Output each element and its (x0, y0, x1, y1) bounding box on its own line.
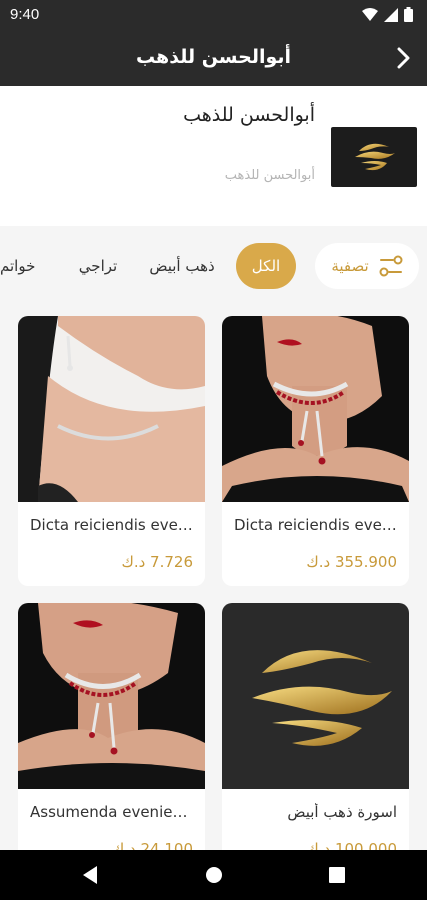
status-bar: 9:40 (0, 0, 427, 30)
filter-label: تصفية (331, 257, 369, 275)
product-title: Dicta reiciendis eveni... (234, 516, 397, 534)
store-info-card: أبوالحسن للذهب أبوالحسن للذهب (0, 86, 427, 226)
status-icons (362, 7, 413, 22)
back-triangle-icon (83, 866, 97, 884)
product-title: Dicta reiciendis eveni... (30, 516, 193, 534)
filter-button[interactable]: تصفية (315, 243, 419, 289)
chip-rings[interactable]: خواتم (0, 243, 48, 289)
nav-recents-button[interactable] (325, 863, 349, 887)
chip-taraji[interactable]: تراجي (70, 243, 126, 289)
product-card[interactable]: Assumenda eveniet a... 24.100 د.ك (18, 603, 205, 873)
chip-white-gold[interactable]: ذهب أبيض (146, 243, 218, 289)
chevron-right-icon (397, 47, 410, 69)
product-price: 7.726 د.ك (121, 553, 193, 571)
product-image (18, 316, 205, 502)
product-image (222, 603, 409, 789)
store-subtitle: أبوالحسن للذهب (224, 168, 315, 183)
page-title: أبوالحسن للذهب (135, 46, 292, 68)
back-button[interactable] (387, 42, 419, 74)
product-card[interactable]: اسورة ذهب أبيض 100.000 د.ك (222, 603, 409, 873)
gold-logo-icon (355, 143, 395, 171)
sliders-icon (379, 255, 403, 277)
category-filter-row: تصفية الكل ذهب أبيض تراجي خواتم (0, 238, 427, 298)
product-image (222, 316, 409, 502)
product-title: اسورة ذهب أبيض (287, 803, 397, 821)
store-name: أبوالحسن للذهب (183, 104, 315, 126)
battery-icon (404, 7, 413, 22)
store-logo (331, 127, 417, 187)
recents-square-icon (329, 867, 345, 883)
chip-all[interactable]: الكل (236, 243, 296, 289)
product-title: Assumenda eveniet a... (30, 803, 193, 821)
home-circle-icon (206, 867, 222, 883)
app-bar: أبوالحسن للذهب (0, 30, 427, 86)
nav-back-button[interactable] (78, 863, 102, 887)
product-price: 355.900 د.ك (306, 553, 397, 571)
product-card[interactable]: Dicta reiciendis eveni... 7.726 د.ك (18, 316, 205, 586)
nav-home-button[interactable] (202, 863, 226, 887)
signal-icon (384, 7, 398, 22)
status-time: 9:40 (10, 6, 40, 23)
product-card[interactable]: Dicta reiciendis eveni... 355.900 د.ك (222, 316, 409, 586)
system-nav-bar (0, 850, 427, 900)
product-image (18, 603, 205, 789)
wifi-icon (362, 7, 378, 21)
